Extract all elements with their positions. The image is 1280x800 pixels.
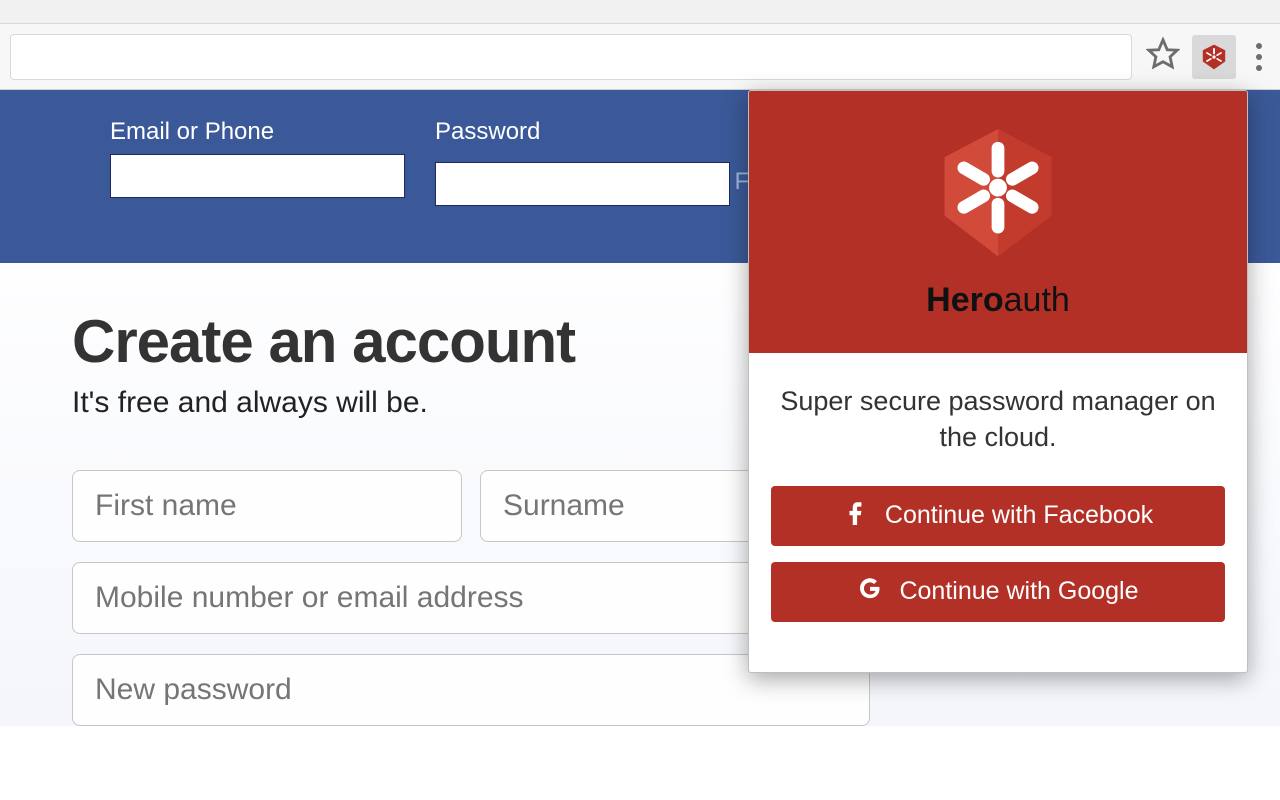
continue-google-button[interactable]: Continue with Google — [771, 562, 1225, 622]
heroauth-logo-icon — [928, 124, 1068, 269]
brand-thin: auth — [1004, 281, 1070, 319]
brand-name: Heroauth — [926, 281, 1070, 320]
popup-tagline: Super secure password manager on the clo… — [771, 383, 1225, 456]
continue-google-label: Continue with Google — [899, 577, 1138, 606]
first-name-input[interactable] — [72, 470, 462, 542]
heroauth-extension-button[interactable] — [1192, 35, 1236, 79]
password-input[interactable] — [435, 162, 730, 206]
continue-facebook-label: Continue with Facebook — [885, 501, 1153, 530]
browser-menu-icon[interactable] — [1248, 43, 1270, 71]
email-label: Email or Phone — [110, 118, 405, 146]
facebook-icon — [843, 499, 869, 532]
extension-popup: Heroauth Super secure password manager o… — [748, 90, 1248, 673]
brand-bold: Hero — [926, 281, 1003, 319]
google-icon — [857, 575, 883, 608]
browser-toolbar — [0, 24, 1280, 90]
browser-tab-strip — [0, 0, 1280, 24]
continue-facebook-button[interactable]: Continue with Facebook — [771, 486, 1225, 546]
email-input[interactable] — [110, 154, 405, 198]
popup-header: Heroauth — [749, 91, 1247, 353]
address-bar[interactable] — [10, 34, 1132, 80]
bookmark-star-icon[interactable] — [1146, 37, 1180, 76]
